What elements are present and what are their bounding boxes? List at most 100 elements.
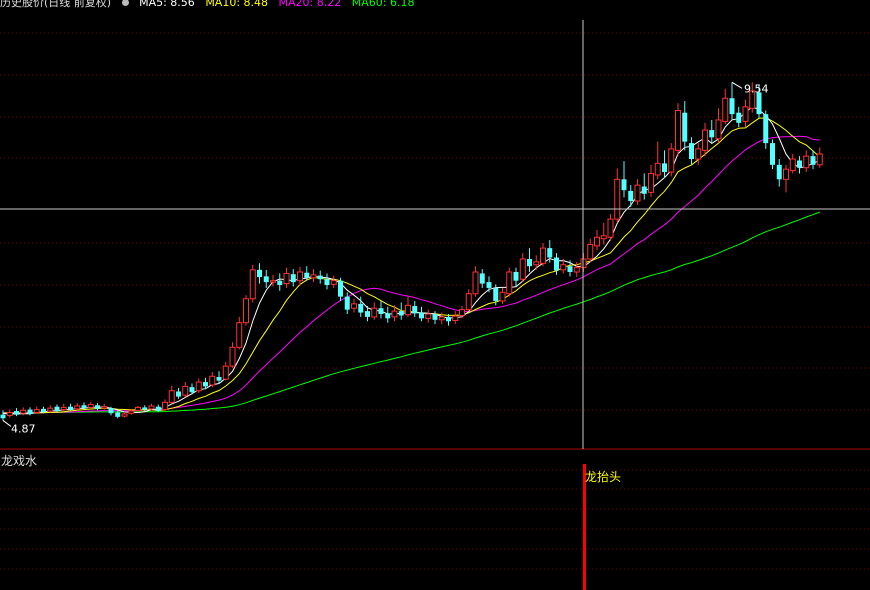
candle-body-down [324,279,330,286]
candle-body-up [438,316,445,321]
candle-body-up [74,405,81,410]
candle-body-up [607,218,614,238]
candle-body-up [540,247,546,264]
candle-body-up [283,272,290,285]
candle-body-down [108,408,114,414]
ma10-line [3,117,821,414]
ma20-polyline [3,135,820,414]
candle-body-up [587,243,594,260]
candle-body-down [263,276,269,283]
candle-body-down [527,258,532,267]
candle-body-up [121,413,128,417]
candle-body-down [290,274,296,283]
candle-body-up [148,405,155,410]
candle-body-down [14,411,19,415]
candle-body-down [155,406,161,412]
candle-body-up [634,184,641,202]
ma10-polyline [3,117,821,414]
candle-body-up [648,173,654,193]
candle-body-up [614,178,621,220]
candle-body-down [115,412,121,417]
candlestick-chart[interactable]: 9.54 4.87 [0,0,870,590]
candle-body-up [60,406,67,411]
candles [0,82,823,421]
candle-body-up [425,313,432,319]
candle-body-down [216,377,222,381]
candle-body-down [41,408,46,412]
candle-body-up [405,304,411,316]
candle-body-down [419,312,424,319]
candle-body-up [695,148,702,160]
candle-body-down [479,273,485,284]
candle-body-down [142,407,148,410]
candle-body-down [689,143,694,160]
candle-body-up [742,106,749,122]
candle-body-down [81,405,87,409]
candle-body-down [95,405,100,409]
candle-body-up [499,291,506,302]
candle-body-down [189,387,195,393]
candle-body-up [783,168,789,180]
candle-body-up [135,406,141,411]
candle-body-down [378,308,384,314]
candle-body-up [668,148,675,173]
candle-body-up [654,162,661,176]
candle-body-up [722,97,729,122]
high-pointer [731,81,743,89]
candle-body-up [675,110,681,151]
low-price-label: 4.87 [11,422,36,435]
candle-body-up [452,315,459,322]
candle-body-down [641,186,647,194]
candle-body-up [20,409,27,414]
candle-body-down [412,306,418,314]
candle-body-up [270,280,276,283]
indicator-name: 龙戏水 [1,454,38,468]
candle-body-down [317,275,323,280]
candle-body-down [493,287,499,301]
candle-body-down [621,179,627,191]
signal-label: 龙抬头 [585,470,622,484]
candle-body-up [33,409,40,413]
candle-body-up [472,271,479,295]
candle-body-up [330,280,337,285]
candle-body-down [736,112,742,123]
candle-body-up [47,407,54,412]
candle-body-up [6,411,13,416]
candle-body-down [277,280,283,286]
candle-body-up [162,401,168,411]
candle-body-down [27,409,33,414]
candle-body-up [101,406,108,409]
candle-body-up [297,271,303,282]
candle-body-down [68,406,73,410]
candle-body-down [682,112,688,142]
candle-body-down [385,313,391,319]
candle-body-up [87,404,94,408]
candle-body-up [229,346,236,367]
candle-body-up [249,269,256,300]
candle-body-up [391,310,398,318]
candle-body-down [257,269,262,278]
candle-body-up [715,119,722,140]
candle-body-up [816,153,823,166]
candle-body-up [310,274,317,279]
low-pointer [2,420,12,427]
candle-body-up [209,375,216,386]
candle-body-up [506,271,513,295]
candle-body-down [810,156,816,165]
candle-body-up [182,385,189,396]
candle-body-down [486,282,492,288]
candle-body-up [573,267,580,273]
candle-body-up [222,365,229,380]
candle-body-up [168,390,175,403]
candle-body-down [446,316,451,322]
candle-body-up [243,298,249,324]
candle-body-down [304,272,310,278]
candle-body-down [628,190,634,202]
candle-body-up [594,236,600,247]
candle-body-up [519,258,526,280]
candle-body-down [770,143,775,165]
candle-body-up [803,155,810,169]
candle-body-up [560,264,567,271]
candle-body-down [54,406,60,412]
candle-body-up [465,293,472,311]
